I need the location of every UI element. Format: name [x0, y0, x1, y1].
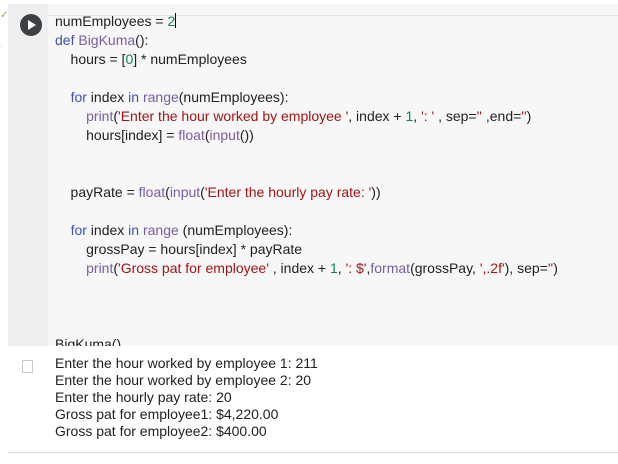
- code-token: BigKuma: [78, 32, 136, 48]
- output-gutter: [8, 346, 48, 452]
- code-line[interactable]: [55, 278, 558, 297]
- code-line[interactable]: [55, 164, 558, 183]
- code-line[interactable]: print('Enter the hour worked by employee…: [55, 107, 558, 126]
- code-line[interactable]: [55, 145, 558, 164]
- code-token: , index +: [348, 108, 406, 124]
- code-line[interactable]: for index in range(numEmployees):: [55, 88, 558, 107]
- cell-gutter: [8, 4, 48, 346]
- code-line[interactable]: hours[index] = float(input()): [55, 126, 558, 145]
- code-token: , sep=: [434, 108, 477, 124]
- play-icon[interactable]: [20, 14, 42, 36]
- code-token: hours[index] =: [55, 127, 179, 143]
- code-token: ,end=: [481, 108, 522, 124]
- code-line[interactable]: grossPay = hours[index] * payRate: [55, 240, 558, 259]
- code-text[interactable]: numEmployees = 2 def BigKuma(): hours = […: [55, 12, 558, 354]
- cell-output: Enter the hour worked by employee 1: 211…: [48, 346, 618, 452]
- code-token: ), sep=: [504, 260, 548, 276]
- code-token: numEmployees =: [55, 13, 168, 29]
- code-token: ,: [337, 260, 346, 276]
- code-token: (grossPay,: [410, 260, 480, 276]
- cell-bottom-border: [8, 452, 618, 453]
- code-token: ): [526, 108, 532, 124]
- output-line: Enter the hourly pay rate: 20: [55, 389, 232, 405]
- code-token: hours = [: [55, 51, 126, 67]
- output-line: Enter the hour worked by employee 2: 20: [55, 372, 312, 388]
- code-token: print: [86, 260, 114, 276]
- code-token: range: [142, 89, 179, 105]
- code-token: 'Gross pat for employee': [118, 260, 269, 276]
- output-line: Enter the hour worked by employee 1: 211: [55, 355, 318, 371]
- code-line[interactable]: [55, 316, 558, 335]
- code-line[interactable]: payRate = float(input('Enter the hourly …: [55, 183, 558, 202]
- code-line[interactable]: [55, 69, 558, 88]
- output-line: Gross pat for employee1: $4,220.00: [55, 406, 279, 422]
- code-cell[interactable]: numEmployees = 2 def BigKuma(): hours = […: [8, 4, 618, 453]
- code-token: for: [70, 89, 87, 105]
- code-token: 'Enter the hour worked by employee ': [118, 108, 349, 124]
- code-line[interactable]: def BigKuma():: [55, 31, 558, 50]
- code-token: float: [138, 184, 166, 200]
- code-token: ()): [239, 127, 254, 143]
- code-token: (numEmployees):: [178, 89, 289, 105]
- code-line[interactable]: [55, 297, 558, 316]
- code-token: def: [55, 32, 79, 48]
- code-token: ,: [413, 108, 422, 124]
- code-token: in: [128, 222, 140, 238]
- code-token: format: [370, 260, 411, 276]
- code-line[interactable]: for index in range (numEmployees):: [55, 221, 558, 240]
- code-token: ': ': [421, 108, 435, 124]
- code-token: ():: [135, 32, 149, 48]
- code-token: print: [86, 108, 114, 124]
- code-token: input: [169, 184, 201, 200]
- output-line: Gross pat for employee2: $400.00: [55, 423, 267, 439]
- code-line[interactable]: numEmployees = 2: [55, 12, 558, 31]
- code-token: index: [86, 222, 129, 238]
- code-token: ] * numEmployees: [133, 51, 247, 67]
- code-token: 1: [329, 260, 338, 276]
- code-editor[interactable]: numEmployees = 2 def BigKuma(): hours = […: [48, 4, 618, 352]
- code-line[interactable]: hours = [0] * numEmployees: [55, 50, 558, 69]
- code-token: for: [70, 222, 87, 238]
- text-cursor: [175, 13, 177, 28]
- code-token: (numEmployees):: [178, 222, 293, 238]
- code-token: , index +: [268, 260, 330, 276]
- code-token: input: [209, 127, 240, 143]
- code-line[interactable]: print('Gross pat for employee' , index +…: [55, 259, 558, 278]
- code-token: )): [371, 184, 381, 200]
- clear-output-icon[interactable]: [22, 360, 33, 373]
- code-token: index: [86, 89, 129, 105]
- code-token: ): [553, 260, 558, 276]
- code-line[interactable]: [55, 202, 558, 221]
- execution-info-icon: ᐧ: [0, 45, 2, 51]
- left-margin: ✓ ᐧ: [0, 0, 8, 464]
- code-token: range: [142, 222, 179, 238]
- code-token: ',.2f': [479, 260, 505, 276]
- code-token: 2: [167, 13, 176, 29]
- code-token: float: [178, 127, 205, 143]
- code-token: ': $': [345, 260, 367, 276]
- code-token: grossPay = hours[index] * payRate: [55, 241, 303, 257]
- code-token: payRate =: [55, 184, 139, 200]
- output-text: Enter the hour worked by employee 1: 211…: [55, 355, 318, 440]
- code-token: in: [128, 89, 140, 105]
- code-token: 'Enter the hourly pay rate: ': [204, 184, 372, 200]
